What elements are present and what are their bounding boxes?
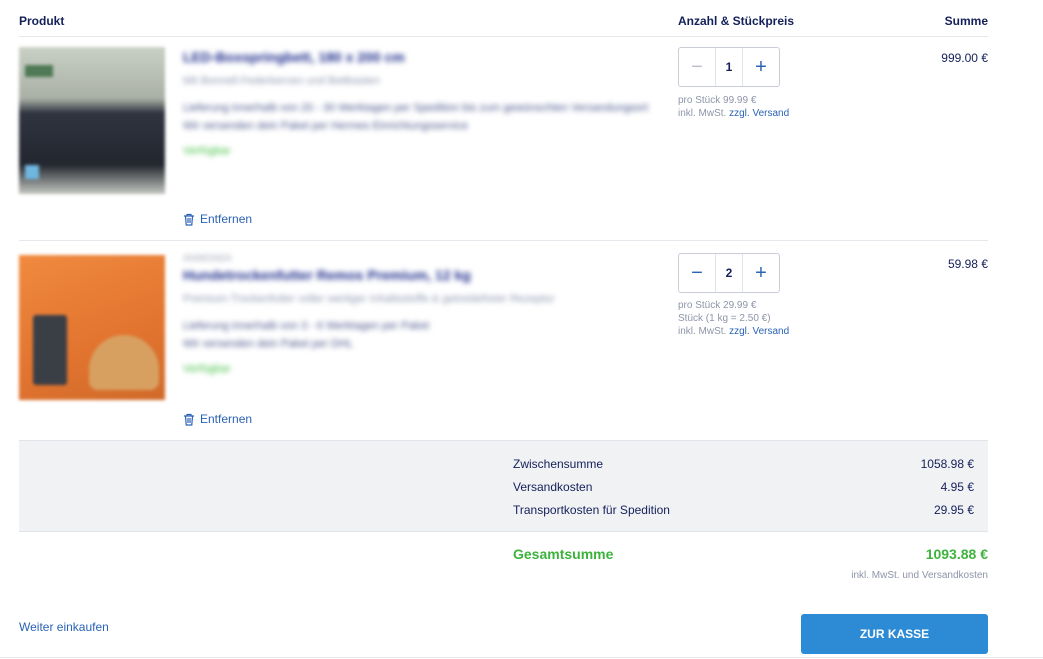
line-total: 999.00 € <box>941 51 988 65</box>
increase-quantity-button[interactable]: + <box>742 48 779 86</box>
line-total: 59.98 € <box>947 257 988 271</box>
tax-shipping-note: inkl. MwSt. zzgl. Versand <box>678 107 789 120</box>
product-image-detail <box>33 315 67 385</box>
minus-icon: − <box>691 261 703 284</box>
decrease-quantity-button[interactable]: − <box>679 254 716 292</box>
grand-total-value: 1093.88 € <box>925 546 988 562</box>
unit-price: pro Stück 99.99 € <box>678 95 757 106</box>
unit-price-info: pro Stück 29.99 € Stück (1 kg = 2.50 €) … <box>678 299 789 338</box>
transport-value: 29.95 € <box>933 503 974 517</box>
remove-item-button[interactable]: Entfernen <box>183 212 252 226</box>
product-brand: ANIMONDA <box>183 253 232 263</box>
product-subtitle: Premium-Trockenfutter voller wertiger In… <box>183 293 555 305</box>
subtotal-label: Zwischensumme <box>513 457 604 471</box>
shipping-value: 4.95 € <box>940 480 974 494</box>
plus-icon: + <box>755 261 767 284</box>
delivery-line: Lieferung innerhalb von 3 - 6 Werktagen … <box>183 320 430 332</box>
shipping-link[interactable]: zzgl. Versand <box>729 108 789 119</box>
quantity-stepper: − 1 + <box>678 47 780 87</box>
continue-shopping-link[interactable]: Weiter einkaufen <box>19 620 109 634</box>
minus-icon: − <box>691 55 703 78</box>
divider <box>0 657 1043 658</box>
cart-item: ANIMONDA Hundetrockenfutter Remos Premiu… <box>19 241 988 440</box>
remove-item-button[interactable]: Entfernen <box>183 412 252 426</box>
column-header-sum: Summe <box>944 14 988 28</box>
cart-header: Produkt Anzahl & Stückpreis Summe <box>19 14 988 37</box>
product-info: ANIMONDA Hundetrockenfutter Remos Premiu… <box>183 253 653 375</box>
remove-label: Entfernen <box>200 412 253 426</box>
cart-item: LED-Boxspringbett, 180 x 200 cm Mit Bonn… <box>19 37 988 241</box>
product-image-badge <box>25 165 39 179</box>
product-image-detail <box>25 65 53 77</box>
tax-shipping-note: inkl. MwSt. zzgl. Versand <box>678 325 789 338</box>
product-subtitle: Mit Bonnell-Federkernen und Bettkasten <box>183 75 380 87</box>
product-image[interactable] <box>19 47 165 194</box>
decrease-quantity-button[interactable]: − <box>679 48 716 86</box>
trash-icon <box>184 413 194 426</box>
delivery-line: Wir versenden dein Paket per Hermes Einr… <box>183 120 468 132</box>
plus-icon: + <box>755 55 767 78</box>
delivery-line: Wir versenden dein Paket per DHL <box>183 338 353 350</box>
product-image[interactable] <box>19 255 165 400</box>
quantity-value[interactable]: 2 <box>716 254 742 292</box>
product-title[interactable]: Hundetrockenfutter Remos Premium, 12 kg <box>183 267 653 283</box>
unit-price: pro Stück 29.99 € <box>678 300 757 311</box>
grand-total-label: Gesamtsumme <box>513 546 614 562</box>
delivery-info: Lieferung innerhalb von 20 - 30 Werktage… <box>183 99 653 135</box>
product-image-detail <box>89 335 159 390</box>
checkout-button[interactable]: ZUR KASSE <box>801 614 988 654</box>
remove-label: Entfernen <box>200 212 253 226</box>
base-price: Stück (1 kg = 2.50 €) <box>678 313 771 324</box>
product-info: LED-Boxspringbett, 180 x 200 cm Mit Bonn… <box>183 49 653 157</box>
subtotal-value: 1058.98 € <box>920 457 974 471</box>
availability-status: Verfügbar <box>183 145 231 157</box>
quantity-value[interactable]: 1 <box>716 48 742 86</box>
delivery-line: Lieferung innerhalb von 20 - 30 Werktage… <box>183 102 649 114</box>
grand-total-note: inkl. MwSt. und Versandkosten <box>851 570 988 581</box>
transport-row: Transportkosten für Spedition 29.95 € <box>513 503 974 517</box>
availability-status: Verfügbar <box>183 363 231 375</box>
shipping-link[interactable]: zzgl. Versand <box>729 326 789 337</box>
column-header-quantity-price: Anzahl & Stückpreis <box>678 14 795 28</box>
unit-price-info: pro Stück 99.99 € inkl. MwSt. zzgl. Vers… <box>678 94 789 120</box>
shipping-row: Versandkosten 4.95 € <box>513 480 974 494</box>
increase-quantity-button[interactable]: + <box>742 254 779 292</box>
subtotal-row: Zwischensumme 1058.98 € <box>513 457 974 471</box>
column-header-product: Produkt <box>19 14 65 28</box>
product-title[interactable]: LED-Boxspringbett, 180 x 200 cm <box>183 49 653 65</box>
delivery-info: Lieferung innerhalb von 3 - 6 Werktagen … <box>183 317 653 353</box>
shipping-label: Versandkosten <box>513 480 593 494</box>
tax-note: inkl. MwSt. <box>678 326 727 337</box>
tax-note: inkl. MwSt. <box>678 108 727 119</box>
trash-icon <box>184 213 194 226</box>
totals-panel: Zwischensumme 1058.98 € Versandkosten 4.… <box>19 440 988 532</box>
quantity-stepper: − 2 + <box>678 253 780 293</box>
transport-label: Transportkosten für Spedition <box>513 503 670 517</box>
